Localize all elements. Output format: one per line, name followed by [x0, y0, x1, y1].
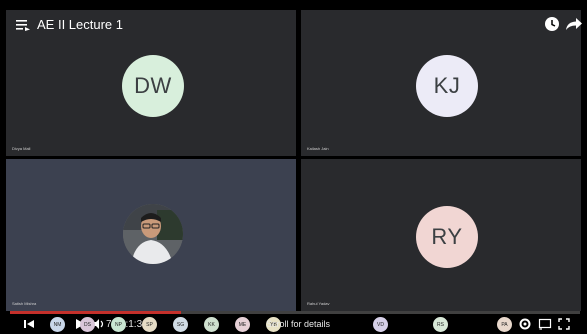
- video-title[interactable]: AE II Lecture 1: [37, 17, 123, 32]
- participant-name: Rahul Yadav: [307, 301, 330, 306]
- participant-chip[interactable]: PA: [497, 317, 512, 332]
- cast-icon[interactable]: [538, 317, 552, 331]
- participant-name: Divya Mall: [12, 146, 31, 151]
- fullscreen-icon[interactable]: [557, 317, 571, 331]
- video-title-bar: AE II Lecture 1: [0, 10, 587, 38]
- participant-chip[interactable]: ME: [235, 317, 250, 332]
- share-icon[interactable]: [566, 17, 582, 31]
- participant-chip[interactable]: RS: [433, 317, 448, 332]
- participant-name: Kailash Jain: [307, 146, 329, 151]
- progress-bar[interactable]: [10, 311, 580, 314]
- watch-later-icon[interactable]: [544, 16, 560, 32]
- participant-chip[interactable]: NM: [50, 317, 65, 332]
- video-player[interactable]: DW Divya Mall KJ Kailash Jain Satish Mis…: [0, 0, 587, 334]
- progress-fill: [10, 311, 181, 314]
- participant-name: Satish Mishra: [12, 301, 37, 306]
- avatar: KJ: [416, 55, 478, 117]
- participant-chip[interactable]: NP: [111, 317, 126, 332]
- participant-chip[interactable]: SG: [173, 317, 188, 332]
- scroll-for-details-label[interactable]: Scroll for details: [266, 319, 330, 329]
- participant-chip[interactable]: VD: [373, 317, 388, 332]
- avatar: DW: [122, 55, 184, 117]
- participant-chip[interactable]: DS: [80, 317, 95, 332]
- avatar: RY: [416, 206, 478, 268]
- settings-icon[interactable]: [518, 317, 532, 331]
- participant-chip[interactable]: KK: [204, 317, 219, 332]
- participant-tile: RY Rahul Yadav: [301, 159, 581, 311]
- participant-tile-active: Satish Mishra: [6, 159, 296, 311]
- profile-photo: [123, 204, 183, 264]
- player-controls: 7 / 1:1:39 NM DS NP SP SG KK ME YB VD RS PA Scroll…: [0, 311, 587, 334]
- playlist-icon[interactable]: [16, 18, 30, 31]
- participant-chip[interactable]: SP: [142, 317, 157, 332]
- previous-icon[interactable]: [22, 317, 36, 331]
